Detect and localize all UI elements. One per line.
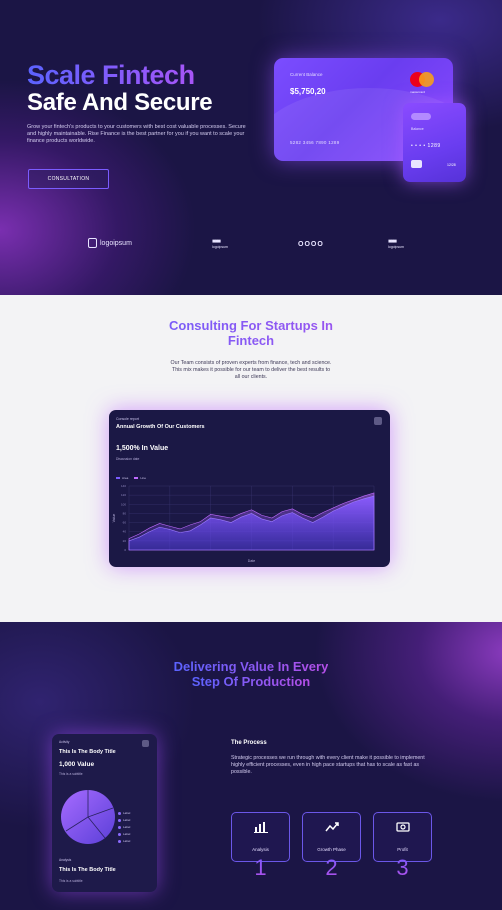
legend-item-line: Line <box>134 476 146 480</box>
consulting-section: Consulting For Startups In Fintech Our T… <box>0 295 502 622</box>
card-small-number: • • • • 1289 <box>411 143 441 149</box>
y-tick-label: 80 <box>123 511 127 515</box>
partner-logo-1: logoipsum <box>88 238 132 248</box>
pie-legend-label: Label <box>123 832 131 836</box>
step-number-1: 1 <box>231 855 290 881</box>
pie-legend-item: Label <box>118 831 130 838</box>
step-number-2: 2 <box>302 855 361 881</box>
card-balance-amount: $5,750,20 <box>290 87 326 96</box>
phone-title: This Is The Body Title <box>59 749 116 755</box>
legend-item-area: Area <box>116 476 128 480</box>
card-chip-pill-icon <box>411 113 431 120</box>
y-tick-label: 60 <box>123 521 127 525</box>
pie-legend-label: Label <box>123 825 131 829</box>
partner-logo-3: OOOO <box>298 241 324 248</box>
tablet-title: Annual Growth Of Our Customers <box>116 424 205 430</box>
phone-value: 1,000 Value <box>59 761 95 768</box>
card-brand: mastercard <box>410 90 426 94</box>
y-tick-label: 40 <box>123 530 127 534</box>
partner-logo-4: ■■■ logoipsum <box>388 238 404 249</box>
pie-legend: Label Label Label Label Label <box>118 810 130 845</box>
bar-chart-icon <box>232 821 289 836</box>
tablet-value: 1,500% In Value <box>116 445 169 452</box>
expand-icon[interactable] <box>142 740 149 747</box>
legend-line-label: Line <box>140 476 147 480</box>
value-title: Delivering Value In Every Step Of Produc… <box>0 659 502 689</box>
analytics-phone: Activity This Is The Body Title 1,000 Va… <box>52 734 157 892</box>
consulting-title-line1: Consulting For Startups In <box>0 318 502 333</box>
y-tick-label: 140 <box>121 484 126 488</box>
step-growth-label: Growth Phase <box>317 847 346 852</box>
phone-sub: This is a subtitle <box>59 772 83 776</box>
y-axis-label: Value <box>112 514 116 523</box>
hero-section: Scale Fintech Safe And Secure Grow your … <box>0 0 502 295</box>
chart-legend: Area Line <box>116 476 146 480</box>
x-axis-label: Date <box>248 559 255 563</box>
mastercard-logo-icon <box>410 72 436 90</box>
pie-legend-item: Label <box>118 838 130 845</box>
partner-logo-2: ■■■ logoipsum <box>212 238 228 249</box>
partner-logo-1-text: logoipsum <box>100 239 132 247</box>
hero-title-line2: Safe And Secure <box>27 89 213 116</box>
pie-chart <box>61 790 115 844</box>
tablet-sub: Discussion date <box>116 457 140 461</box>
money-icon <box>374 821 431 836</box>
step-number-3: 3 <box>373 855 432 881</box>
y-tick-label: 0 <box>124 548 126 552</box>
expand-icon[interactable] <box>374 417 382 425</box>
pie-legend-item: Label <box>118 817 130 824</box>
trend-up-icon <box>303 821 360 836</box>
pie-legend-label: Label <box>123 811 131 815</box>
partner-logo-4-text: logoipsum <box>388 245 404 249</box>
consulting-description: Our Team consists of proven experts from… <box>170 360 332 380</box>
y-tick-label: 120 <box>121 493 126 497</box>
partner-logos: logoipsum ■■■ logoipsum OOOO ■■■ logoips… <box>0 238 502 258</box>
hero-description: Grow your fintech's products to your cus… <box>27 124 246 144</box>
phone-title-2: This Is The Body Title <box>59 867 116 873</box>
legend-area-label: Area <box>122 476 129 480</box>
growth-chart: 0 20 40 60 80 100 120 140 Date Value <box>112 484 375 563</box>
value-title-line1: Delivering Value In Every <box>173 659 329 674</box>
consulting-title: Consulting For Startups In Fintech <box>0 318 502 348</box>
consultation-button[interactable]: CONSULTATION <box>28 169 109 189</box>
tablet-small-label: Console report <box>116 417 139 421</box>
card-expiry: 12/28 <box>447 163 456 167</box>
y-tick-label: 20 <box>123 539 127 543</box>
value-title-line2: Step Of Production <box>191 674 311 689</box>
value-section: Delivering Value In Every Step Of Produc… <box>0 622 502 910</box>
phone-small-label-2: Analysis <box>59 858 72 862</box>
partner-logo-4-mark: ■■■ logoipsum <box>388 238 404 249</box>
partner-logo-2-mark: ■■■ logoipsum <box>212 238 228 249</box>
pie-legend-item: Label <box>118 810 130 817</box>
process-heading: The Process <box>231 740 267 746</box>
phone-sub-2: This is a subtitle <box>59 879 83 883</box>
process-description: Strategic processes we run through with … <box>231 755 425 775</box>
growth-chart-tablet: Console report Annual Growth Of Our Cust… <box>109 410 390 567</box>
step-analysis-label: Analysis <box>252 847 269 852</box>
consulting-title-line2: Fintech <box>0 333 502 348</box>
pie-legend-label: Label <box>123 839 131 843</box>
card-number: 5282 3456 7890 1289 <box>290 140 340 145</box>
phone-small-label: Activity <box>59 740 70 744</box>
hero-title-line1: Scale Fintech <box>27 60 195 90</box>
credit-card-small: Balance • • • • 1289 12/28 <box>403 103 466 182</box>
pie-legend-item: Label <box>118 824 130 831</box>
card-small-label: Balance <box>411 127 424 131</box>
partner-logo-2-text: logoipsum <box>212 245 228 249</box>
pie-legend-label: Label <box>123 818 131 822</box>
y-tick-label: 100 <box>121 502 126 506</box>
logo-mark-icon <box>88 238 97 248</box>
card-balance-label: Current Balance <box>290 72 323 77</box>
step-profit-label: Profit <box>397 847 408 852</box>
card-chip-icon <box>411 160 422 168</box>
